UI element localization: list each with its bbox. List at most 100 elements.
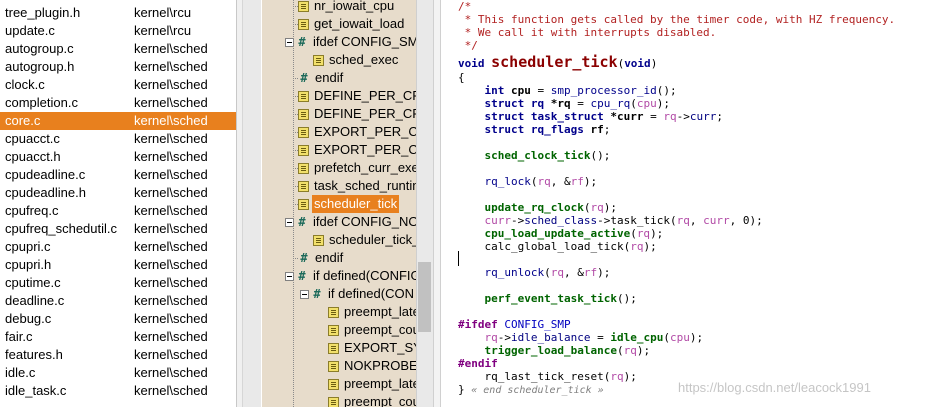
symbol-tree-item[interactable]: # if defined(CON [300, 285, 416, 303]
code-token: rq [636, 227, 651, 240]
file-row[interactable]: cpufreq.c kernel\sched [0, 202, 236, 220]
collapse-toggle-icon[interactable] [300, 289, 309, 299]
code-token: CONFIG_SMP [504, 318, 571, 331]
symbol-tree-item[interactable]: task_sched_runtim [298, 177, 416, 195]
symbol-tree-item[interactable]: DEFINE_PER_CPU [298, 87, 416, 105]
file-list[interactable]: tree_plugin.h kernel\rcu update.c kernel\rc… [0, 0, 236, 407]
code-token: ); [650, 227, 664, 240]
code-line[interactable]: rq->idle_balance = idle_cpu(cpu); [458, 331, 703, 344]
file-name: cputime.c [5, 275, 61, 290]
symbol-tree-item[interactable]: get_iowait_load [298, 15, 406, 33]
code-line[interactable]: * This function gets called by the timer… [458, 13, 895, 26]
code-line[interactable]: struct rq_flags rf; [458, 123, 610, 136]
file-name: completion.c [5, 95, 78, 110]
code-line[interactable]: rq_last_tick_reset(rq); [458, 370, 636, 383]
code-token: ); [636, 344, 651, 357]
symbol-label: endif [315, 250, 344, 265]
code-line[interactable]: void scheduler_tick(void) [458, 55, 657, 71]
symbol-tree-item[interactable]: EXPORT_SYM [328, 339, 416, 357]
file-row[interactable]: tree_plugin.h kernel\rcu [0, 4, 236, 22]
code-line[interactable]: trigger_load_balance(rq); [458, 344, 650, 357]
file-path: kernel\sched [134, 167, 208, 182]
code-line[interactable]: /* [458, 0, 471, 13]
file-row[interactable]: idle_task.c kernel\sched [0, 382, 236, 400]
code-token: -> [510, 214, 525, 227]
code-line[interactable]: * We call it with interrupts disabled. [458, 26, 717, 39]
symbol-tree-item[interactable]: # ifdef CONFIG_SMP [285, 33, 416, 51]
file-row[interactable]: features.h kernel\sched [0, 346, 236, 364]
code-line[interactable]: update_rq_clock(rq); [458, 201, 616, 214]
file-row[interactable]: core.c kernel\sched [0, 112, 236, 130]
file-row[interactable]: clock.c kernel\sched [0, 76, 236, 94]
code-line[interactable]: curr->sched_class->task_tick(rq, curr, 0… [458, 214, 762, 227]
symbol-tree-item[interactable]: # endif [298, 69, 345, 87]
symbol-tree-item[interactable]: prefetch_curr_exe [298, 159, 416, 177]
file-row[interactable]: cpupri.h kernel\sched [0, 256, 236, 274]
symbol-label: NOKPROBE_ [344, 358, 416, 373]
tree-guide-line [293, 150, 298, 151]
symbol-tree-item[interactable]: # ifdef CONFIG_NO [285, 213, 416, 231]
file-row[interactable]: cpuacct.c kernel\sched [0, 130, 236, 148]
file-row[interactable]: cpupri.c kernel\sched [0, 238, 236, 256]
code-line[interactable]: int cpu = smp_processor_id(); [458, 84, 676, 97]
file-row[interactable]: cpudeadline.h kernel\sched [0, 184, 236, 202]
file-path: kernel\sched [134, 185, 208, 200]
code-line[interactable]: perf_event_task_tick(); [458, 292, 636, 305]
symbol-tree-item[interactable]: EXPORT_PER_CPU [298, 141, 416, 159]
file-row[interactable]: cputime.c kernel\sched [0, 274, 236, 292]
file-name: autogroup.h [5, 59, 75, 74]
code-line[interactable]: { [458, 71, 465, 84]
symbol-tree-item[interactable]: preempt_late [328, 303, 416, 321]
file-path: kernel\sched [134, 59, 208, 74]
symbol-tree-item[interactable]: DEFINE_PER_CPU [298, 105, 416, 123]
symbol-tree-item[interactable]: sched_exec [313, 51, 400, 69]
file-row[interactable]: completion.c kernel\sched [0, 94, 236, 112]
symbol-tree-item[interactable]: scheduler_tick [298, 195, 400, 213]
code-line[interactable]: #ifdef CONFIG_SMP [458, 318, 571, 331]
file-row[interactable]: update.c kernel\rcu [0, 22, 236, 40]
symbol-label: prefetch_curr_exe [314, 160, 416, 175]
symbol-tree-item[interactable]: scheduler_tick_ [313, 231, 416, 249]
code-line[interactable]: cpu_load_update_active(rq); [458, 227, 663, 240]
symbol-label: EXPORT_SYM [344, 340, 416, 355]
code-line[interactable]: } « end scheduler_tick » [458, 383, 604, 396]
symbol-tree-scrollbar[interactable] [416, 0, 433, 407]
symbol-tree-item[interactable]: preempt_late [328, 375, 416, 393]
file-row[interactable]: autogroup.c kernel\sched [0, 40, 236, 58]
file-row[interactable]: cpudeadline.c kernel\sched [0, 166, 236, 184]
file-row[interactable]: debug.c kernel\sched [0, 310, 236, 328]
code-token: curr [689, 110, 717, 123]
code-line[interactable]: struct task_struct *curr = rq->curr; [458, 110, 722, 123]
code-line[interactable]: */ [458, 39, 478, 52]
file-row[interactable]: autogroup.h kernel\sched [0, 58, 236, 76]
symbol-tree-scrollbar-thumb[interactable] [418, 262, 431, 332]
symbol-tree-item[interactable]: EXPORT_PER_CPU [298, 123, 416, 141]
symbol-tree-item[interactable]: # if defined(CONFIG [285, 267, 416, 285]
symbol-label: if defined(CONFIG [313, 268, 416, 283]
code-token: , & [550, 175, 571, 188]
editor-splitter[interactable] [433, 0, 441, 407]
code-line[interactable]: calc_global_load_tick(rq); [458, 240, 656, 253]
symbol-tree-item[interactable]: preempt_cou [328, 393, 416, 407]
symbol-tree[interactable]: nr_iowait_cpu get_iowait_load # ifdef CONFI… [262, 0, 416, 407]
preprocessor-icon: # [298, 35, 306, 49]
code-line[interactable]: sched_clock_tick(); [458, 149, 610, 162]
code-line[interactable]: rq_unlock(rq, &rf); [458, 266, 610, 279]
file-row[interactable]: cpuacct.h kernel\sched [0, 148, 236, 166]
code-line[interactable]: rq_lock(rq, &rf); [458, 175, 597, 188]
code-token: trigger_load_balance [458, 344, 617, 357]
symbol-tree-item[interactable]: # endif [298, 249, 345, 267]
file-row[interactable]: deadline.c kernel\sched [0, 292, 236, 310]
code-editor[interactable]: /* * This function gets called by the ti… [441, 0, 926, 407]
code-token: rf [570, 175, 584, 188]
symbol-tree-item[interactable]: nr_iowait_cpu [298, 0, 396, 15]
file-list-scrollbar[interactable] [242, 0, 261, 407]
code-line[interactable]: struct rq *rq = cpu_rq(cpu); [458, 97, 669, 110]
file-row[interactable]: fair.c kernel\sched [0, 328, 236, 346]
file-row[interactable]: idle.c kernel\sched [0, 364, 236, 382]
symbol-tree-item[interactable]: NOKPROBE_ [328, 357, 416, 375]
file-row[interactable]: cpufreq_schedutil.c kernel\sched [0, 220, 236, 238]
code-line[interactable]: #endif [458, 357, 498, 370]
symbol-tree-item[interactable]: preempt_cou [328, 321, 416, 339]
function-icon [313, 54, 324, 66]
